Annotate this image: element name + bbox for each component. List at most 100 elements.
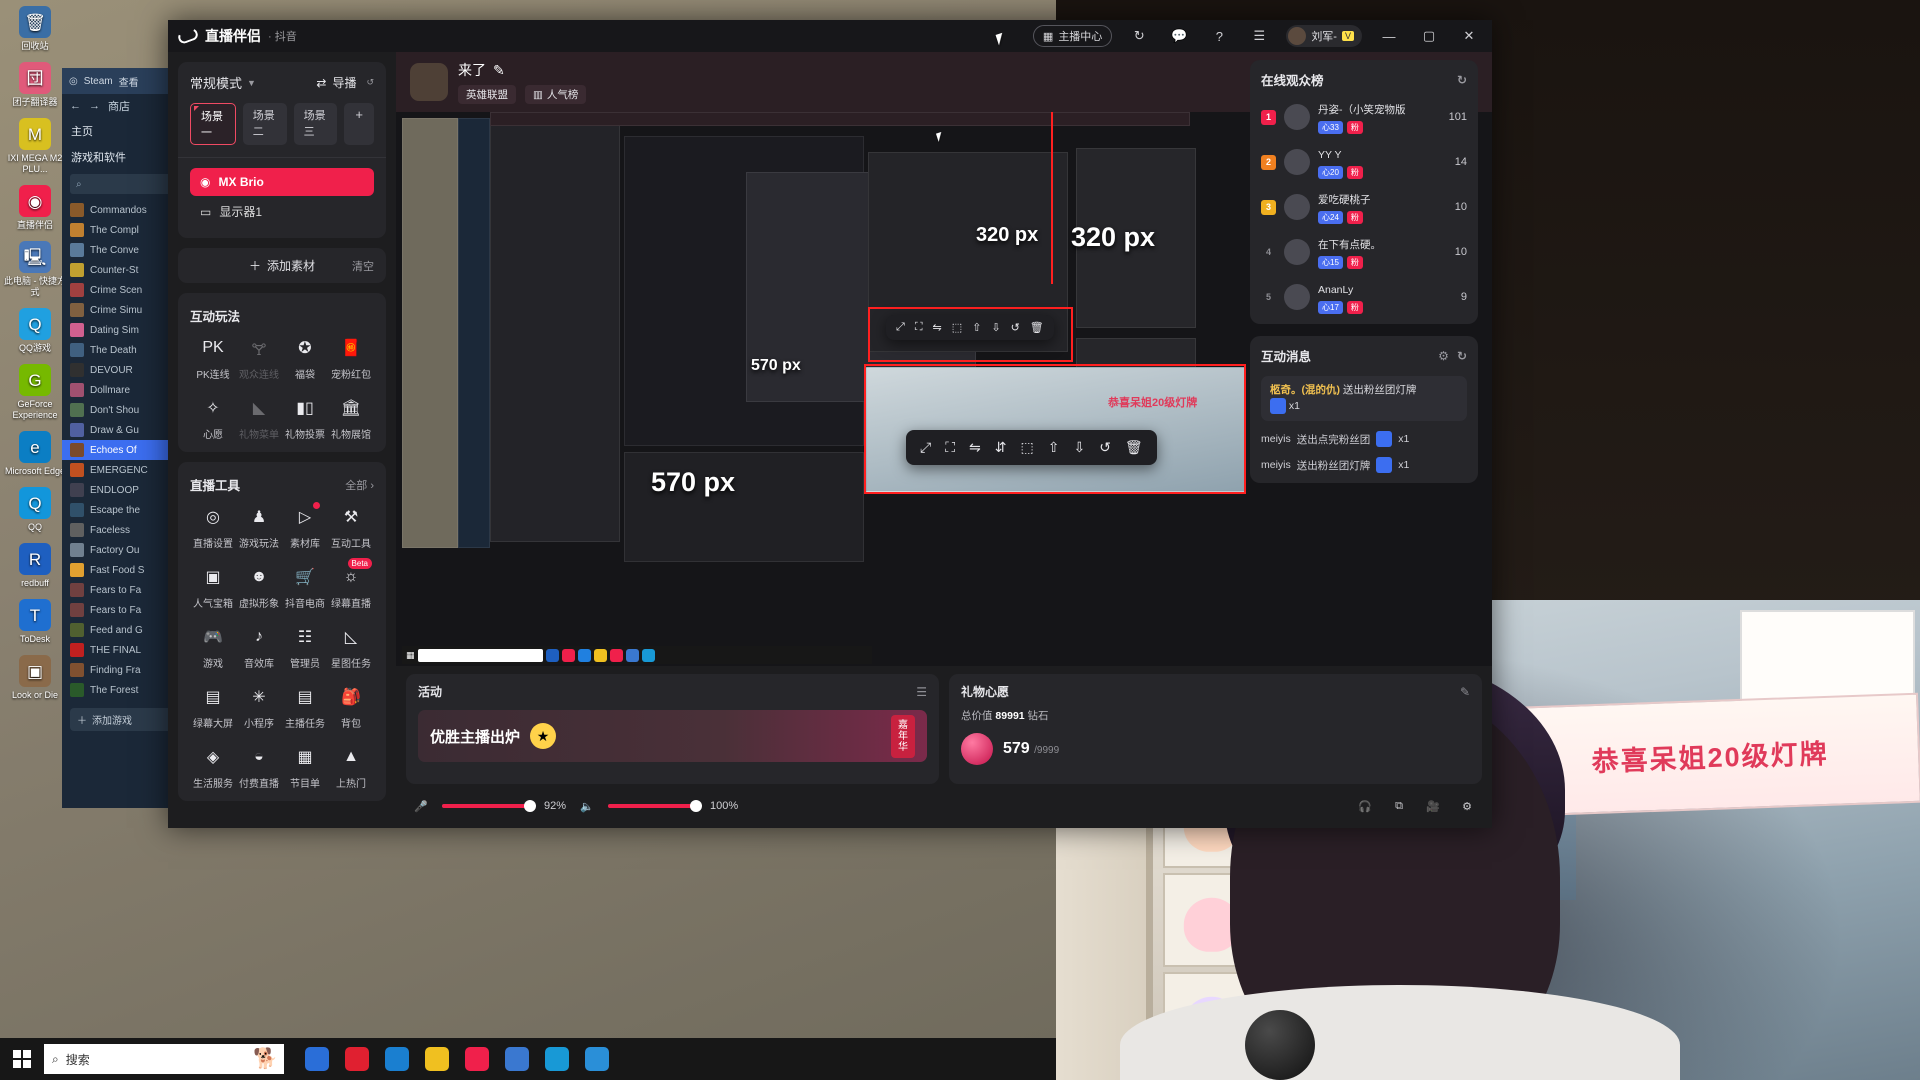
live-tool-item-11[interactable]: ☷ 管理员 [282,624,328,670]
desktop-icon-2[interactable]: 団团子翻译器 [0,62,70,108]
fit-icon[interactable]: ⛶ [915,321,923,334]
live-tool-item-12[interactable]: ◺ 星图任务 [328,624,374,670]
crop-icon[interactable]: ⬚ [1020,439,1033,456]
interactive-item-2[interactable]: 🝖 观众连线 [236,335,282,382]
live-tool-item-1[interactable]: ◎ 直播设置 [190,504,236,550]
live-tool-item-8[interactable]: Beta ☼ 绿幕直播 [328,558,374,610]
desktop-icon-6[interactable]: Q QQ游戏 [0,308,70,354]
taskbar[interactable]: ⌕ 搜索 🐕 [0,1038,1056,1080]
live-tool-item-14[interactable]: ✳ 小程序 [236,684,282,730]
audio-control-bar[interactable]: 🎤 92% 🔈 100% 🎧 ⧉ 🎥 ⚙ [396,784,1492,828]
source-item-1[interactable]: ◉ MX Brio [190,168,374,196]
taskbar-app[interactable] [418,1038,456,1080]
maximize-button[interactable]: ▢ [1416,24,1442,48]
source-item-2[interactable]: ▭ 显示器1 [190,196,374,227]
undo-icon[interactable]: ↺ [1011,321,1020,334]
live-tool-item-2[interactable]: ♟ 游戏玩法 [236,504,282,550]
help-icon[interactable]: ? [1206,24,1232,48]
user-chip[interactable]: 刘军- V [1286,25,1362,47]
taskbar-app[interactable] [298,1038,336,1080]
taskbar-app[interactable] [338,1038,376,1080]
scene-tab-2[interactable]: 场景二 [242,103,287,145]
delete-icon[interactable]: 🗑 [1030,321,1044,334]
live-tools-grid[interactable]: ◎ 直播设置 ♟ 游戏玩法 ▷ 素材库 ⚒ 互动工具 ▣ 人气宝箱 ☻ 虚拟形象 🛒 抖音电商 Beta ☼ 绿… [190,502,374,790]
up-icon[interactable]: ⇧ [1048,439,1060,456]
interactive-item-8[interactable]: 🏛 礼物展馆 [328,395,374,441]
speaker-icon[interactable]: 🔈 [576,795,598,817]
camera-switch-icon[interactable]: ⧉ [1388,795,1410,817]
live-tool-item-15[interactable]: ▤ 主播任务 [282,684,328,730]
viewer-row[interactable]: 2 YY Y 心20 粉 14 [1261,145,1467,179]
director-button[interactable]: ⇄ 导播 [316,74,356,91]
selection-box-main[interactable] [864,364,1246,494]
interactive-item-5[interactable]: ✧ 心愿 [190,395,236,441]
source-list[interactable]: ◉ MX Brio ▭ 显示器1 [190,168,374,227]
steam-store-link[interactable]: 商店 [108,98,130,114]
stream-tags[interactable]: 英雄联盟 ▥ 人气榜 [458,85,587,104]
interactive-item-6[interactable]: ◣ 礼物菜单 [236,395,282,441]
titlebar-actions[interactable]: ▦ 主播中心 ↻ 💬 ? ☰ 刘军- V — ▢ ✕ [1032,24,1482,48]
desktop-icon-7[interactable]: G GeForce Experience [0,364,70,421]
list-icon[interactable]: ☰ [916,685,927,699]
refresh-icon[interactable]: ↻ [1126,24,1152,48]
mic-icon[interactable]: 🎤 [410,795,432,817]
refresh-icon[interactable]: ↻ [1457,349,1467,363]
desktop-icon-3[interactable]: M IXI MEGA M2 PLU... [0,118,70,175]
gear-icon[interactable]: ⚙ [1456,795,1478,817]
interactive-item-7[interactable]: ▮▯ 礼物投票 [282,395,328,441]
scene-tabs[interactable]: 场景一 场景二 场景三 + [190,103,374,145]
scene-tab-3[interactable]: 场景三 [293,103,338,145]
live-tool-item-13[interactable]: ▤ 绿幕大屏 [190,684,236,730]
desktop-icon-11[interactable]: T ToDesk [0,599,70,645]
close-button[interactable]: ✕ [1456,24,1482,48]
interactive-item-1[interactable]: PK PK连线 [190,335,236,381]
live-tool-item-4[interactable]: ⚒ 互动工具 [328,504,374,550]
live-tool-item-7[interactable]: 🛒 抖音电商 [282,564,328,610]
taskbar-app[interactable] [578,1038,616,1080]
taskbar-app[interactable] [498,1038,536,1080]
live-center-button[interactable]: ▦ 主播中心 [1032,25,1113,47]
desktop-icon-12[interactable]: ▣ Look or Die [0,655,70,701]
speaker-slider[interactable] [608,800,703,812]
desktop-icon-9[interactable]: Q QQ [0,487,70,533]
headset-icon[interactable]: 🎧 [1354,795,1376,817]
delete-icon[interactable]: 🗑 [1125,439,1143,456]
desktop-icon-10[interactable]: Rredbuff [0,543,70,589]
add-material-button[interactable]: ＋ 添加素材 清空 [178,248,386,283]
steam-forward-button[interactable]: → [89,100,100,112]
taskbar-app[interactable] [378,1038,416,1080]
start-button[interactable] [0,1038,44,1080]
clear-button[interactable]: 清空 [352,258,374,274]
live-tool-item-10[interactable]: ♪ 音效库 [236,624,282,670]
steam-back-button[interactable]: ← [70,100,81,112]
menu-icon[interactable]: ☰ [1246,24,1272,48]
undo-icon[interactable]: ↺ [1099,439,1111,456]
live-tool-item-3[interactable]: ▷ 素材库 [282,502,328,550]
desktop-icon-8[interactable]: e Microsoft Edge [0,431,70,477]
down-icon[interactable]: ⇩ [991,321,1000,334]
stream-tag-1[interactable]: 英雄联盟 [458,85,516,104]
transform-toolbar[interactable]: ⤢ ⛶ ⇋ ⇵ ⬚ ⇧ ⇩ ↺ 🗑 [906,430,1157,465]
taskbar-app[interactable] [458,1038,496,1080]
flip-h-icon[interactable]: ⇋ [969,439,981,456]
chat-icon[interactable]: 💬 [1166,24,1192,48]
reset-icon[interactable]: ↺ [366,77,374,88]
edit-icon[interactable]: ✎ [493,62,505,79]
refresh-icon[interactable]: ↻ [1457,73,1467,87]
live-tool-item-20[interactable]: ▲ 上热门 [328,744,374,790]
interactive-grid[interactable]: PK PK连线 🝖 观众连线 ✪ 福袋 🧧 宠粉红包 ✧ 心愿 ◣ 礼物菜单 ▮▯ 礼物投票 🏛 礼物展馆 [190,335,374,441]
mic-slider[interactable] [442,800,536,812]
live-tool-item-19[interactable]: ▦ 节目单 [282,744,328,790]
viewer-row[interactable]: 5 AnanLy 心17 粉 9 [1261,280,1467,314]
live-tool-item-9[interactable]: 🎮 游戏 [190,624,236,670]
viewer-row[interactable]: 1 丹姿-（小笑宠物版 心33 粉 101 [1261,100,1467,134]
interactive-item-3[interactable]: ✪ 福袋 [282,335,328,381]
steam-view-menu[interactable]: 查看 [119,74,139,89]
live-tool-item-17[interactable]: ◈ 生活服务 [190,744,236,790]
desktop-icon-4[interactable]: ◉ 直播伴侣 [0,185,70,231]
live-tool-item-6[interactable]: ☻ 虚拟形象 [236,564,282,610]
fit-icon[interactable]: ⛶ [945,439,955,456]
viewer-row[interactable]: 3 爱吃硬桃子 心24 粉 10 [1261,190,1467,224]
inner-transform-toolbar[interactable]: ⤢ ⛶ ⇋ ⬚ ⇧ ⇩ ↺ 🗑 [886,315,1054,340]
taskbar-app-list[interactable] [298,1038,616,1080]
